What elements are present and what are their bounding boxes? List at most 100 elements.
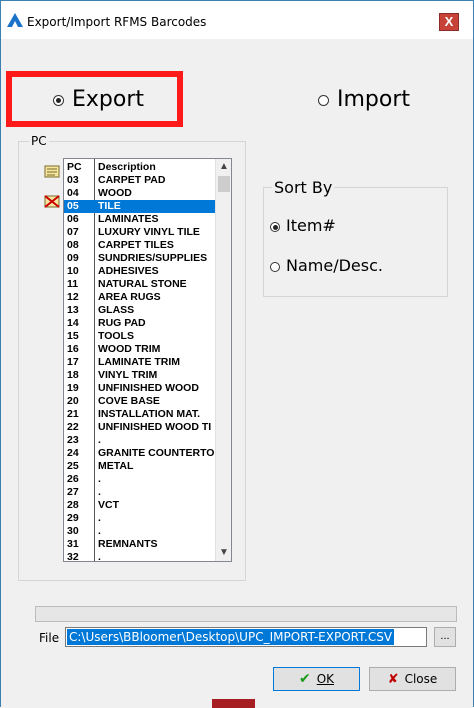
list-item-pc: 24 xyxy=(67,447,79,459)
ok-button[interactable]: ✔ OK xyxy=(273,667,360,691)
scroll-thumb[interactable] xyxy=(218,176,230,192)
list-item-description: LAMINATE TRIM xyxy=(98,356,181,368)
list-item[interactable]: 09 SUNDRIES/SUPPLIES xyxy=(64,252,215,265)
list-item-description: LAMINATES xyxy=(98,213,159,225)
list-item-pc: 11 xyxy=(67,278,79,290)
column-header-description[interactable]: Description xyxy=(98,161,156,174)
list-item[interactable]: 32. xyxy=(64,551,215,562)
list-item-pc: 21 xyxy=(67,408,79,420)
file-path-input[interactable]: C:\Users\BBloomer\Desktop\UPC_IMPORT-EXP… xyxy=(65,627,427,647)
list-item[interactable]: 27. xyxy=(64,486,215,499)
list-item-description: VCT xyxy=(98,499,119,511)
checkmark-icon: ✔ xyxy=(298,671,311,687)
list-item-description: . xyxy=(98,512,101,524)
select-all-icon[interactable] xyxy=(42,164,62,180)
list-item[interactable]: 13 GLASS xyxy=(64,304,215,317)
import-label: Import xyxy=(337,87,411,112)
list-item-description: TOOLS xyxy=(98,330,134,342)
list-item-description: GLASS xyxy=(98,304,135,316)
list-item[interactable]: 26. xyxy=(64,473,215,486)
list-item-description: . xyxy=(98,434,101,446)
export-radio[interactable]: Export xyxy=(53,87,144,112)
list-item-pc: 23 xyxy=(67,434,79,446)
list-item-pc: 05 xyxy=(67,200,79,212)
list-scrollbar[interactable]: ▲ ▼ xyxy=(215,159,231,561)
sort-name-label: Name/Desc. xyxy=(286,256,383,275)
export-import-dialog: Export/Import RFMS Barcodes X Export Imp… xyxy=(0,0,474,708)
list-item[interactable]: 22 UNFINISHED WOOD TI xyxy=(64,421,215,434)
list-item-pc: 09 xyxy=(67,252,79,264)
list-item-description: CARPET TILES xyxy=(98,239,174,251)
list-item[interactable]: 07 LUXURY VINYL TILE xyxy=(64,226,215,239)
list-item-pc: 06 xyxy=(67,213,79,225)
list-item[interactable]: 03 CARPET PAD xyxy=(64,174,215,187)
list-item[interactable]: 05 TILE xyxy=(64,200,215,213)
sort-item-label: Item# xyxy=(286,216,336,235)
list-item[interactable]: 15 TOOLS xyxy=(64,330,215,343)
list-item-pc: 29 xyxy=(67,512,79,524)
list-item-pc: 14 xyxy=(67,317,79,329)
list-item[interactable]: 08 CARPET TILES xyxy=(64,239,215,252)
list-item-pc: 17 xyxy=(67,356,79,368)
product-code-list[interactable]: PC Description 03 CARPET PAD 04 WOOD 05 TILE 0… xyxy=(63,158,232,562)
list-item[interactable]: 23. xyxy=(64,434,215,447)
list-item-description: . xyxy=(98,551,101,562)
list-item-description: GRANITE COUNTERTO xyxy=(98,447,215,459)
file-path-text: C:\Users\BBloomer\Desktop\UPC_IMPORT-EXP… xyxy=(67,629,395,645)
list-item[interactable]: 30. xyxy=(64,525,215,538)
list-item-description: REMNANTS xyxy=(98,538,158,550)
list-item[interactable]: 25 METAL xyxy=(64,460,215,473)
list-item[interactable]: 10 ADHESIVES xyxy=(64,265,215,278)
radio-selected-icon xyxy=(53,94,64,106)
column-header-pc[interactable]: PC xyxy=(67,161,82,174)
list-item-pc: 13 xyxy=(67,304,79,316)
sort-item-radio[interactable]: Item# xyxy=(270,216,336,235)
list-header: PC Description xyxy=(64,161,215,174)
ok-label: OK xyxy=(316,672,335,686)
list-item-pc: 31 xyxy=(67,538,79,550)
pc-group-label: PC xyxy=(29,134,49,148)
list-item-pc: 03 xyxy=(67,174,79,186)
list-item-description: NATURAL STONE xyxy=(98,278,187,290)
list-item[interactable]: 21 INSTALLATION MAT. xyxy=(64,408,215,421)
list-item[interactable]: 29. xyxy=(64,512,215,525)
list-item-description: INSTALLATION MAT. xyxy=(98,408,201,420)
list-item[interactable]: 04 WOOD xyxy=(64,187,215,200)
list-item[interactable]: 19 UNFINISHED WOOD xyxy=(64,382,215,395)
list-item[interactable]: 11 NATURAL STONE xyxy=(64,278,215,291)
list-item-pc: 25 xyxy=(67,460,79,472)
list-item[interactable]: 18 VINYL TRIM xyxy=(64,369,215,382)
list-item-pc: 28 xyxy=(67,499,79,511)
list-item-description: WOOD TRIM xyxy=(98,343,161,355)
list-item-pc: 08 xyxy=(67,239,79,251)
browse-button[interactable]: ... xyxy=(434,627,456,647)
list-item-description: COVE BASE xyxy=(98,395,160,407)
list-item[interactable]: 16 WOOD TRIM xyxy=(64,343,215,356)
scroll-down-icon[interactable]: ▼ xyxy=(216,545,231,561)
close-label: Close xyxy=(404,672,438,686)
import-radio[interactable]: Import xyxy=(318,87,410,112)
radio-unselected-icon xyxy=(318,94,329,106)
list-item[interactable]: 31 REMNANTS xyxy=(64,538,215,551)
list-item[interactable]: 20 COVE BASE xyxy=(64,395,215,408)
list-item-pc: 30 xyxy=(67,525,79,537)
list-item[interactable]: 24 GRANITE COUNTERTO xyxy=(64,447,215,460)
list-item-description: . xyxy=(98,525,101,537)
close-button[interactable]: ✘ Close xyxy=(369,667,456,691)
export-label: Export xyxy=(72,87,145,112)
list-item[interactable]: 12 AREA RUGS xyxy=(64,291,215,304)
list-item-pc: 27 xyxy=(67,486,79,498)
close-window-button[interactable]: X xyxy=(439,13,459,31)
list-item[interactable]: 06 LAMINATES xyxy=(64,213,215,226)
sort-name-radio[interactable]: Name/Desc. xyxy=(270,256,383,275)
clear-selection-icon[interactable] xyxy=(42,194,62,210)
list-item[interactable]: 28 VCT xyxy=(64,499,215,512)
list-item[interactable]: 17 LAMINATE TRIM xyxy=(64,356,215,369)
scroll-up-icon[interactable]: ▲ xyxy=(216,159,231,175)
progress-bar xyxy=(35,606,457,622)
list-item-pc: 20 xyxy=(67,395,79,407)
list-item-description: VINYL TRIM xyxy=(98,369,158,381)
list-item[interactable]: 14 RUG PAD xyxy=(64,317,215,330)
list-item-pc: 04 xyxy=(67,187,79,199)
list-item-pc: 26 xyxy=(67,473,79,485)
